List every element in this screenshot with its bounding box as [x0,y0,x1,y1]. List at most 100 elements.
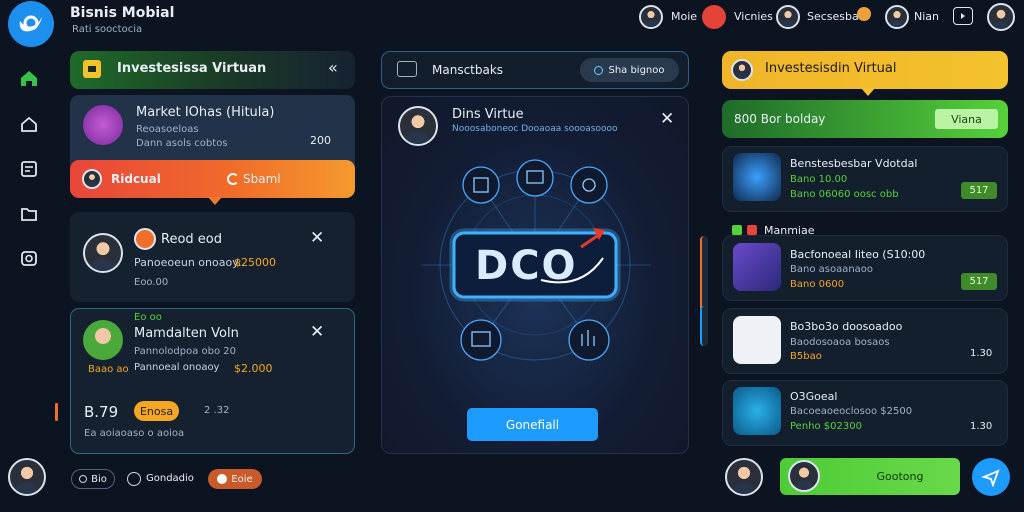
chip-gondadio-label[interactable]: Gondadio [146,473,194,484]
scroll-rail-2[interactable] [700,306,708,346]
list-item-1-badge-icon [134,228,156,250]
screen-share-icon[interactable] [953,7,973,25]
camera-icon[interactable] [17,246,41,270]
header-user-name-2: Vicnies [734,10,773,23]
right-card-4-icon [733,387,781,435]
house-outline-icon[interactable] [17,112,41,136]
wallet-icon [83,60,101,78]
right-card-3-title: Bo3bo3o doosoadoo [790,320,903,333]
orange-bar-pointer [208,197,222,205]
list-item-1-close-icon[interactable]: ✕ [310,228,324,248]
market-card-icon [83,105,123,145]
header-user-avatar-2[interactable] [702,5,726,29]
right-card-1-title: Benstesbesbar Vdotdal [790,157,918,170]
modal-subtitle: Nooosaboneoc Dooaoaa soooasoooo [452,124,618,134]
market-card-line1: Reoasoeloas [136,124,199,135]
list-item-1-avatar [83,233,123,273]
app-logo[interactable] [8,1,54,47]
right-banner-title: Investesisdin Virtual [765,61,897,76]
orange-bar-left-label: Ridcual [111,172,161,186]
chip-bio[interactable]: Bio [71,469,115,489]
modal-close-icon[interactable]: ✕ [660,109,674,129]
home-icon[interactable] [17,66,41,90]
right-card-4-value: 1.30 [970,421,993,432]
section-icon-red [747,225,757,235]
right-card-4-line2: Penho $02300 [790,421,862,432]
center-top-chip-icon [594,65,604,75]
bottom-badge-button[interactable]: Enosa [134,401,179,421]
list-item-2-line2: Pannoeal onoaoy [134,362,220,373]
center-top-label: Mansctbaks [432,63,504,77]
market-card-line2: Dann asols cobtos [136,138,228,149]
document-icon[interactable] [17,157,41,181]
folder-icon[interactable] [17,202,41,226]
header-user-avatar-3[interactable] [776,5,800,29]
modal-title: Dins Virtue [452,107,524,122]
chip-eoie-label: Eoie [231,473,253,485]
list-item-2-line1: Pannolodpoa obo 20 [134,346,237,357]
scroll-rail-1[interactable] [700,236,708,312]
refresh-icon[interactable] [227,173,239,185]
right-card-2-line2: Bano 0600 [790,279,845,290]
chip-gondadio-icon [127,472,141,486]
green-bar-button[interactable]: Viana [935,109,998,129]
chip-eoie-icon [217,474,228,484]
right-card-2-title: Bacfonoeal Iiteo (S10:00 [790,248,926,261]
right-card-3-value: 1.30 [970,348,993,359]
list-item-1-desc: Panoeoeun onoaoy: [134,256,242,269]
orange-bar-right-label: Sbaml [243,172,281,186]
chip-bio-icon [79,475,88,483]
list-item-2-close-icon[interactable]: ✕ [310,322,324,342]
right-card-1-value[interactable]: 517 [961,182,997,199]
send-icon [981,469,1000,487]
bottom-sub: Ea aoiaoaso o aoioa [84,428,185,439]
right-card-3-line2: B5bao [790,351,822,362]
right-card-2-value[interactable]: 517 [961,273,997,290]
app-subtitle: Rati sooctocia [72,24,143,35]
header-user-name-3: Secsesbar [807,10,864,23]
action-button-label: Gootong [876,470,924,483]
bottom-num: 2 .32 [204,405,230,416]
chip-eoie[interactable]: Eoie [208,469,262,489]
right-card-1-line2: Bano 06060 oosc obb [790,189,899,200]
right-card-2-line1: Bano asoaanaoo [790,264,874,275]
fab-button[interactable] [972,458,1010,496]
profile-avatar[interactable] [987,3,1015,31]
right-banner-pointer [861,88,875,96]
bottom-right-avatar[interactable] [725,458,763,496]
section-icon-green [732,225,742,235]
modal-logo-text: DCO [475,243,578,289]
sidebar-user-avatar[interactable] [8,458,46,496]
chip-bio-label: Bio [91,473,107,485]
bottom-value: B.79 [84,403,119,421]
right-card-4-line1: Bacoeaoeoclosoo $2500 [790,406,913,417]
center-top-chip[interactable]: Sha bignoo [580,58,679,82]
header-user-avatar-4[interactable] [885,5,909,29]
scroll-indicator[interactable] [55,403,58,421]
market-card-value: 200 [310,134,331,147]
right-card-2-icon [733,243,781,291]
list-item-2-amount: $2.000 [234,362,273,375]
list-item-2-title: Mamdalten Voln [134,326,239,341]
right-card-1-line1: Bano 10.00 [790,174,848,185]
list-item-1-amount: $25000 [234,256,276,269]
header-user-avatar-1[interactable] [639,5,663,29]
card-icon [397,61,417,77]
list-item-2-avatar [83,320,123,360]
header-user-name-1: Moie [671,10,698,23]
list-item-1-title: Reod eod [161,232,222,247]
right-card-1-icon [733,153,781,201]
list-item-2-tag: Eo oo [134,312,162,323]
list-item-2-sub: Baao ao [88,364,129,375]
center-top-chip-label: Sha bignoo [608,64,665,76]
right-card-3-line1: Baodosoaoa bosaos [790,337,890,348]
collapse-icon[interactable]: « [328,58,338,77]
header-user-name-4: Nian [914,10,939,23]
right-banner-avatar [731,59,753,81]
right-card-4-title: O3Goeal [790,390,838,403]
left-panel-title: Investesissa Virtuan [117,61,267,76]
confirm-button[interactable]: Gonefiall [467,408,598,441]
list-item-1-sub: Eoo.00 [134,277,169,288]
orange-bar-avatar [82,169,102,189]
market-card-title: Market IOhas (Hitula) [136,105,275,120]
